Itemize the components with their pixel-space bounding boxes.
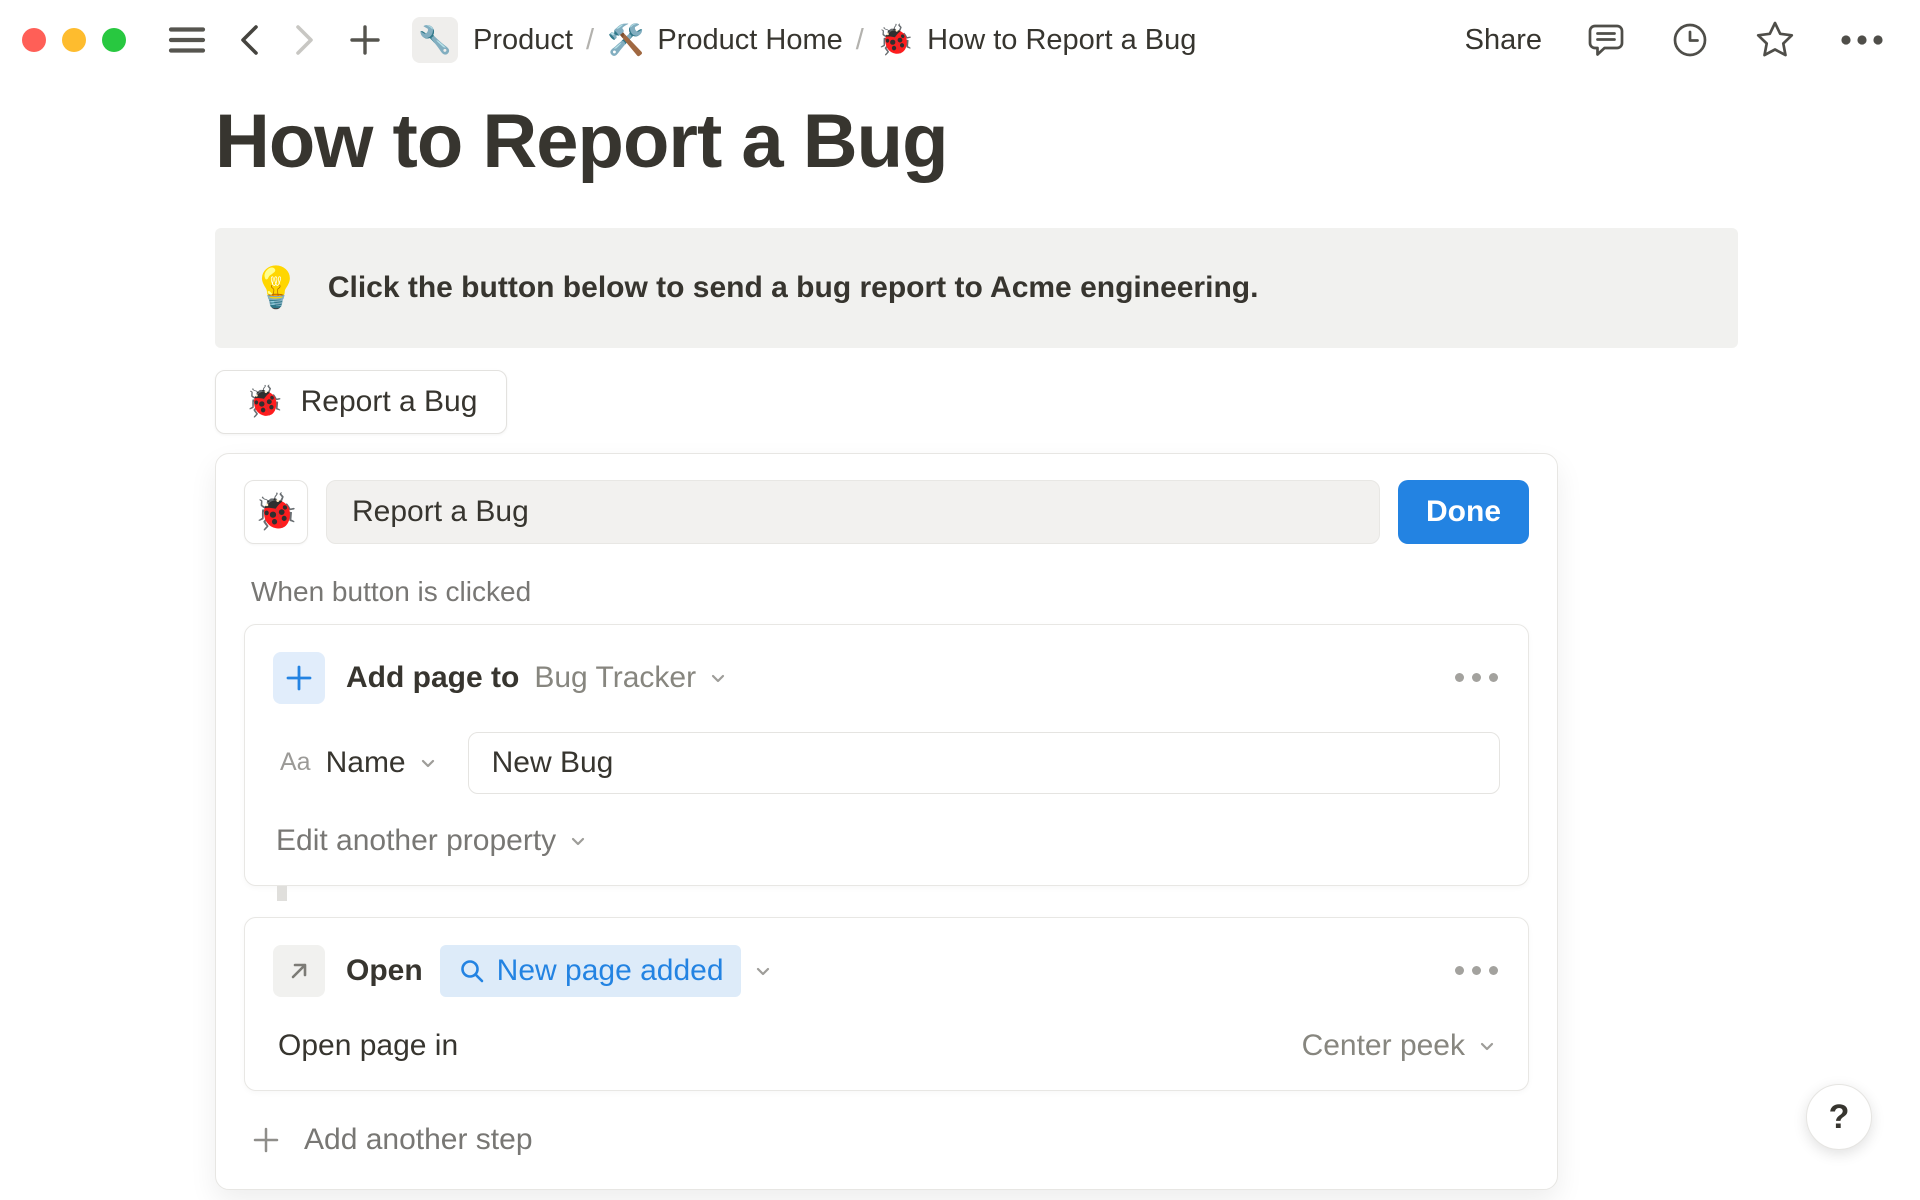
open-page-in-dropdown[interactable]: Center peek xyxy=(1302,1029,1465,1063)
ladybug-icon: 🐞 xyxy=(245,384,284,420)
lightbulb-icon: 💡 xyxy=(251,266,301,311)
report-a-bug-button-label: Report a Bug xyxy=(300,384,478,418)
traffic-light-minimize[interactable] xyxy=(62,28,86,52)
add-page-action-label: Add page to xyxy=(346,660,520,694)
add-page-step-icon xyxy=(273,651,325,704)
page-title[interactable]: How to Report a Bug xyxy=(215,94,1920,190)
chevron-down-icon xyxy=(565,828,591,854)
breadcrumb-separator: / xyxy=(855,23,864,56)
breadcrumb-item-product-home[interactable]: 🛠️ Product Home xyxy=(607,23,843,58)
trigger-label: When button is clicked xyxy=(251,575,532,607)
breadcrumb-item-current-page[interactable]: 🐞 How to Report a Bug xyxy=(877,23,1197,58)
more-options-icon[interactable] xyxy=(1840,34,1884,46)
back-icon[interactable] xyxy=(236,22,262,58)
breadcrumb-item-product[interactable]: Product xyxy=(473,24,573,57)
property-value-input[interactable] xyxy=(467,731,1500,794)
button-name-input[interactable] xyxy=(326,479,1380,544)
step-card-add-page: Add page to Bug Tracker Aa Name Edit ano… xyxy=(244,623,1529,886)
callout-block: 💡 Click the button below to send a bug r… xyxy=(215,227,1738,348)
help-button[interactable]: ? xyxy=(1806,1084,1872,1150)
breadcrumb-label: How to Report a Bug xyxy=(927,23,1197,56)
chevron-down-icon[interactable] xyxy=(415,750,441,776)
property-type-icon: Aa xyxy=(280,748,311,777)
step-options-icon[interactable] xyxy=(1453,667,1500,688)
step-options-icon[interactable] xyxy=(1453,960,1500,981)
edit-another-property-button[interactable]: Edit another property xyxy=(276,824,1500,858)
button-config-panel: 🐞 Done When button is clicked Add page t… xyxy=(215,452,1558,1190)
ladybug-icon: 🐞 xyxy=(876,23,915,57)
page-icon-wrench[interactable]: 🔧 xyxy=(412,17,458,63)
step-connector xyxy=(277,885,287,901)
traffic-light-close[interactable] xyxy=(22,28,46,52)
open-target-chip-label: New page added xyxy=(496,953,724,987)
property-name-dropdown[interactable]: Name xyxy=(326,746,406,780)
traffic-light-zoom[interactable] xyxy=(102,28,126,52)
history-clock-icon[interactable] xyxy=(1670,20,1710,60)
hammer-wrench-icon: 🛠️ xyxy=(607,23,645,57)
search-icon xyxy=(460,959,483,983)
callout-text: Click the button below to send a bug rep… xyxy=(327,270,1259,304)
open-action-label: Open xyxy=(346,953,423,987)
breadcrumb-label: Product Home xyxy=(657,23,843,56)
new-page-icon[interactable] xyxy=(348,23,382,57)
button-icon-picker[interactable]: 🐞 xyxy=(244,479,308,544)
open-target-chip[interactable]: New page added xyxy=(439,944,741,997)
add-another-step-button[interactable]: Add another step xyxy=(251,1123,1529,1173)
done-button[interactable]: Done xyxy=(1398,479,1529,544)
chevron-down-icon[interactable] xyxy=(705,665,731,691)
page-content: How to Report a Bug 💡 Click the button b… xyxy=(0,94,1920,1190)
report-a-bug-button[interactable]: 🐞 Report a Bug xyxy=(215,369,508,434)
open-step-arrow-icon xyxy=(273,944,325,997)
window-titlebar: 🔧 Product / 🛠️ Product Home / 🐞 How to R… xyxy=(0,0,1920,80)
chevron-down-icon[interactable] xyxy=(1474,1033,1500,1059)
forward-icon[interactable] xyxy=(292,22,318,58)
add-another-step-label: Add another step xyxy=(304,1122,533,1156)
breadcrumb-separator: / xyxy=(585,23,595,56)
target-database-dropdown[interactable]: Bug Tracker xyxy=(534,661,696,695)
chevron-down-icon[interactable] xyxy=(750,958,776,984)
breadcrumb: Product / 🛠️ Product Home / 🐞 How to Rep… xyxy=(473,23,1196,58)
share-button[interactable]: Share xyxy=(1465,24,1542,57)
plus-icon xyxy=(253,1127,279,1152)
breadcrumb-label: Product xyxy=(473,23,573,56)
traffic-lights xyxy=(22,28,126,52)
help-question-mark: ? xyxy=(1828,1097,1850,1136)
edit-another-property-label: Edit another property xyxy=(276,823,557,857)
open-page-in-label: Open page in xyxy=(278,1028,459,1062)
sidebar-menu-icon[interactable] xyxy=(168,25,206,55)
favorite-star-icon[interactable] xyxy=(1754,19,1796,61)
comments-icon[interactable] xyxy=(1586,20,1626,60)
step-card-open: Open New page added Open page in Center … xyxy=(244,916,1529,1091)
